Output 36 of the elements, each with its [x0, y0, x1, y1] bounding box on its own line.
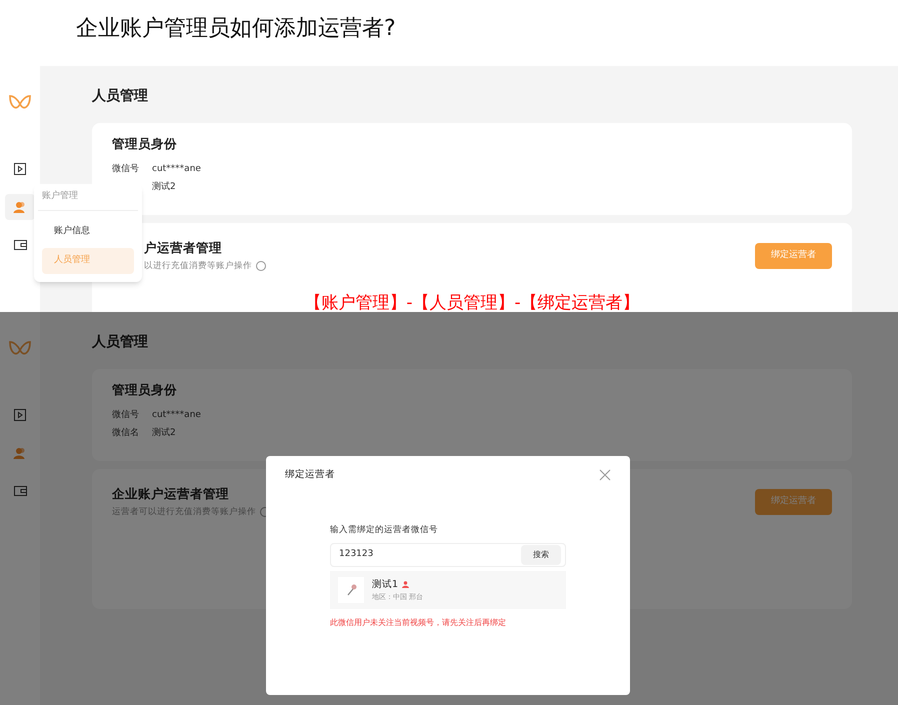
search-button[interactable]: 搜索	[521, 545, 561, 565]
menu-header: 账户管理	[38, 184, 138, 210]
menu-item[interactable]: 账户信息	[42, 218, 134, 244]
search-value: 123123	[339, 548, 374, 562]
avatar-icon	[338, 577, 364, 603]
field-label: 微信名	[112, 428, 139, 438]
close-icon[interactable]	[599, 469, 611, 482]
card-title: 企业账户运营者管理	[112, 485, 230, 503]
person-icon	[402, 581, 410, 588]
field-value: cut****ane	[152, 164, 201, 174]
help-icon[interactable]	[256, 261, 266, 272]
result-name: 测试1	[372, 578, 398, 592]
people-icon	[13, 201, 27, 213]
field-value: 测试2	[152, 182, 176, 192]
page-heading: 企业账户管理员如何添加运营者?	[76, 15, 397, 43]
page-title: 人员管理	[92, 87, 149, 106]
wallet-icon	[14, 240, 26, 250]
field-label: 微信号	[112, 164, 139, 174]
error-message: 此微信用户未关注当前视频号，请先关注后再绑定	[330, 617, 507, 629]
page-title: 人员管理	[92, 333, 149, 352]
card-subtitle: 运营者可以进行充值消费等账户操作	[112, 506, 256, 518]
dialog-title: 绑定运营者	[285, 468, 335, 482]
card-title: 管理员身份	[112, 135, 178, 153]
card-title: 管理员身份	[112, 381, 178, 399]
annotation-text: 【账户管理】-【人员管理】-【绑定运营者】	[303, 292, 641, 312]
card-subtitle: 以进行充值消费等账户操作	[144, 260, 252, 272]
play-square-icon	[14, 409, 26, 421]
field-label: 输入需绑定的运营者微信号	[330, 524, 439, 537]
people-icon	[13, 447, 27, 459]
search-field[interactable]: 123123 搜索	[330, 543, 566, 567]
play-square-icon	[14, 163, 26, 175]
field-value: cut****ane	[152, 410, 201, 420]
field-label: 微信号	[112, 410, 139, 420]
card-title: 户运营者管理	[144, 239, 223, 257]
wallet-icon	[14, 486, 26, 496]
field-value: 测试2	[152, 428, 176, 438]
